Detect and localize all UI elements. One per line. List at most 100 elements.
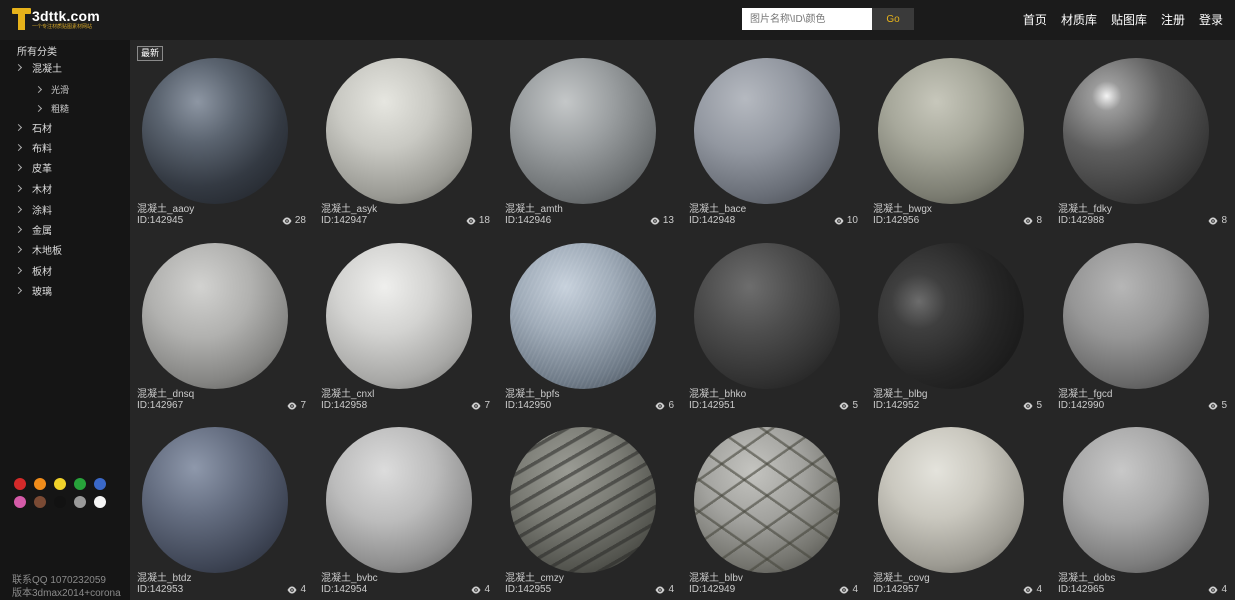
- color-swatch[interactable]: [34, 478, 46, 490]
- material-preview-sphere[interactable]: [878, 427, 1024, 573]
- material-name[interactable]: 混凝土_amth: [505, 200, 563, 215]
- material-card[interactable]: 混凝土_fdky ID:142988 8: [1051, 46, 1227, 228]
- view-count-value: 13: [662, 215, 674, 226]
- material-card[interactable]: 混凝土_blbv ID:142949 4: [682, 415, 858, 597]
- sidebar-category-label: 皮革: [32, 163, 52, 175]
- material-card[interactable]: 混凝土_covg ID:142957 4: [866, 415, 1042, 597]
- color-swatch[interactable]: [94, 496, 106, 508]
- material-name[interactable]: 混凝土_bpfs: [505, 385, 559, 400]
- sidebar-category-item[interactable]: 金属: [0, 220, 130, 238]
- view-count-value: 4: [668, 584, 674, 595]
- material-preview-sphere[interactable]: [510, 58, 656, 204]
- material-card[interactable]: 混凝土_bvbc ID:142954 4: [314, 415, 490, 597]
- material-name[interactable]: 混凝土_btdz: [137, 569, 191, 584]
- material-name[interactable]: 混凝土_covg: [873, 569, 930, 584]
- material-card[interactable]: 混凝土_bpfs ID:142950 6: [498, 231, 674, 413]
- color-swatch[interactable]: [74, 496, 86, 508]
- chevron-right-icon: [14, 225, 23, 233]
- material-card[interactable]: 混凝土_bwgx ID:142956 8: [866, 46, 1042, 228]
- material-name[interactable]: 混凝土_bhko: [689, 385, 746, 400]
- material-card[interactable]: 混凝土_cmzy ID:142955 4: [498, 415, 674, 597]
- sidebar-category-item[interactable]: 粗糙: [0, 99, 130, 117]
- material-name[interactable]: 混凝土_fgcd: [1058, 385, 1112, 400]
- sidebar-category-item[interactable]: 混凝土: [0, 58, 130, 76]
- version-info: 版本3dmax2014+corona: [12, 588, 121, 599]
- material-name[interactable]: 混凝土_blbv: [689, 569, 743, 584]
- material-preview-sphere[interactable]: [694, 243, 840, 389]
- chevron-right-icon: [14, 63, 23, 71]
- material-preview-sphere[interactable]: [142, 427, 288, 573]
- nav-login[interactable]: 登录: [1199, 12, 1223, 28]
- material-preview-sphere[interactable]: [510, 243, 656, 389]
- material-preview-sphere[interactable]: [142, 243, 288, 389]
- material-preview-sphere[interactable]: [326, 58, 472, 204]
- material-name[interactable]: 混凝土_bace: [689, 200, 746, 215]
- sidebar-category-item[interactable]: 皮革: [0, 158, 130, 176]
- color-swatch[interactable]: [14, 496, 26, 508]
- material-card[interactable]: 混凝土_bhko ID:142951 5: [682, 231, 858, 413]
- sidebar-category-item[interactable]: 玻璃: [0, 281, 130, 299]
- view-count-value: 28: [294, 215, 306, 226]
- material-preview-sphere[interactable]: [510, 427, 656, 573]
- material-card[interactable]: 混凝土_amth ID:142946 13: [498, 46, 674, 228]
- material-id: ID:142954: [321, 584, 368, 595]
- material-preview-sphere[interactable]: [1063, 427, 1209, 573]
- view-count: 8: [1023, 215, 1042, 226]
- material-preview-sphere[interactable]: [1063, 243, 1209, 389]
- material-name[interactable]: 混凝土_fdky: [1058, 200, 1112, 215]
- material-name[interactable]: 混凝土_cnxl: [321, 385, 374, 400]
- material-preview-sphere[interactable]: [878, 243, 1024, 389]
- chevron-right-icon: [14, 245, 23, 253]
- logo[interactable]: 3dttk.com 一个专注材质贴图素材网站: [12, 8, 100, 32]
- material-name[interactable]: 混凝土_dnsq: [137, 385, 194, 400]
- material-card[interactable]: 混凝土_dobs ID:142965 4: [1051, 415, 1227, 597]
- material-name[interactable]: 混凝土_cmzy: [505, 569, 564, 584]
- material-name[interactable]: 混凝土_aaoy: [137, 200, 194, 215]
- material-preview-sphere[interactable]: [142, 58, 288, 204]
- color-swatch[interactable]: [14, 478, 26, 490]
- sidebar-category-item[interactable]: 光滑: [0, 80, 130, 98]
- material-card[interactable]: 混凝土_aaoy ID:142945 28: [130, 46, 306, 228]
- sidebar-category-item[interactable]: 木材: [0, 179, 130, 197]
- material-name[interactable]: 混凝土_blbg: [873, 385, 927, 400]
- material-id: ID:142949: [689, 584, 736, 595]
- material-card[interactable]: 混凝土_cnxl ID:142958 7: [314, 231, 490, 413]
- material-preview-sphere[interactable]: [694, 427, 840, 573]
- color-swatch[interactable]: [54, 496, 66, 508]
- color-swatch[interactable]: [54, 478, 66, 490]
- material-card[interactable]: 混凝土_bace ID:142948 10: [682, 46, 858, 228]
- material-card[interactable]: 混凝土_fgcd ID:142990 5: [1051, 231, 1227, 413]
- sidebar-category-item[interactable]: 石材: [0, 118, 130, 136]
- nav-texture-library[interactable]: 贴图库: [1111, 12, 1147, 28]
- nav-material-library[interactable]: 材质库: [1061, 12, 1097, 28]
- color-swatch[interactable]: [74, 478, 86, 490]
- sidebar-category-label: 石材: [32, 123, 52, 135]
- nav-home[interactable]: 首页: [1023, 12, 1047, 28]
- sidebar-category-item[interactable]: 布料: [0, 138, 130, 156]
- eye-icon: [1208, 586, 1218, 593]
- search-button[interactable]: Go: [872, 8, 914, 30]
- sidebar-category-item[interactable]: 涂料: [0, 200, 130, 218]
- material-card[interactable]: 混凝土_dnsq ID:142967 7: [130, 231, 306, 413]
- material-name[interactable]: 混凝土_bwgx: [873, 200, 932, 215]
- color-swatch[interactable]: [34, 496, 46, 508]
- material-preview-sphere[interactable]: [326, 243, 472, 389]
- material-card[interactable]: 混凝土_blbg ID:142952 5: [866, 231, 1042, 413]
- material-name[interactable]: 混凝土_asyk: [321, 200, 377, 215]
- nav-register[interactable]: 注册: [1161, 12, 1185, 28]
- material-preview-sphere[interactable]: [878, 58, 1024, 204]
- material-name[interactable]: 混凝土_dobs: [1058, 569, 1115, 584]
- material-preview-sphere[interactable]: [694, 58, 840, 204]
- material-card[interactable]: 混凝土_btdz ID:142953 4: [130, 415, 306, 597]
- material-grid: 最新 混凝土_aaoy ID:142945 28 混凝土_asyk ID:142947 1…: [130, 40, 1235, 600]
- search-input[interactable]: [742, 8, 872, 30]
- sidebar-category-item[interactable]: 板材: [0, 261, 130, 279]
- all-categories-label[interactable]: 所有分类: [17, 43, 57, 58]
- material-card[interactable]: 混凝土_asyk ID:142947 18: [314, 46, 490, 228]
- view-count-value: 8: [1036, 215, 1042, 226]
- color-swatch[interactable]: [94, 478, 106, 490]
- material-name[interactable]: 混凝土_bvbc: [321, 569, 378, 584]
- material-preview-sphere[interactable]: [1063, 58, 1209, 204]
- sidebar-category-item[interactable]: 木地板: [0, 240, 130, 258]
- material-preview-sphere[interactable]: [326, 427, 472, 573]
